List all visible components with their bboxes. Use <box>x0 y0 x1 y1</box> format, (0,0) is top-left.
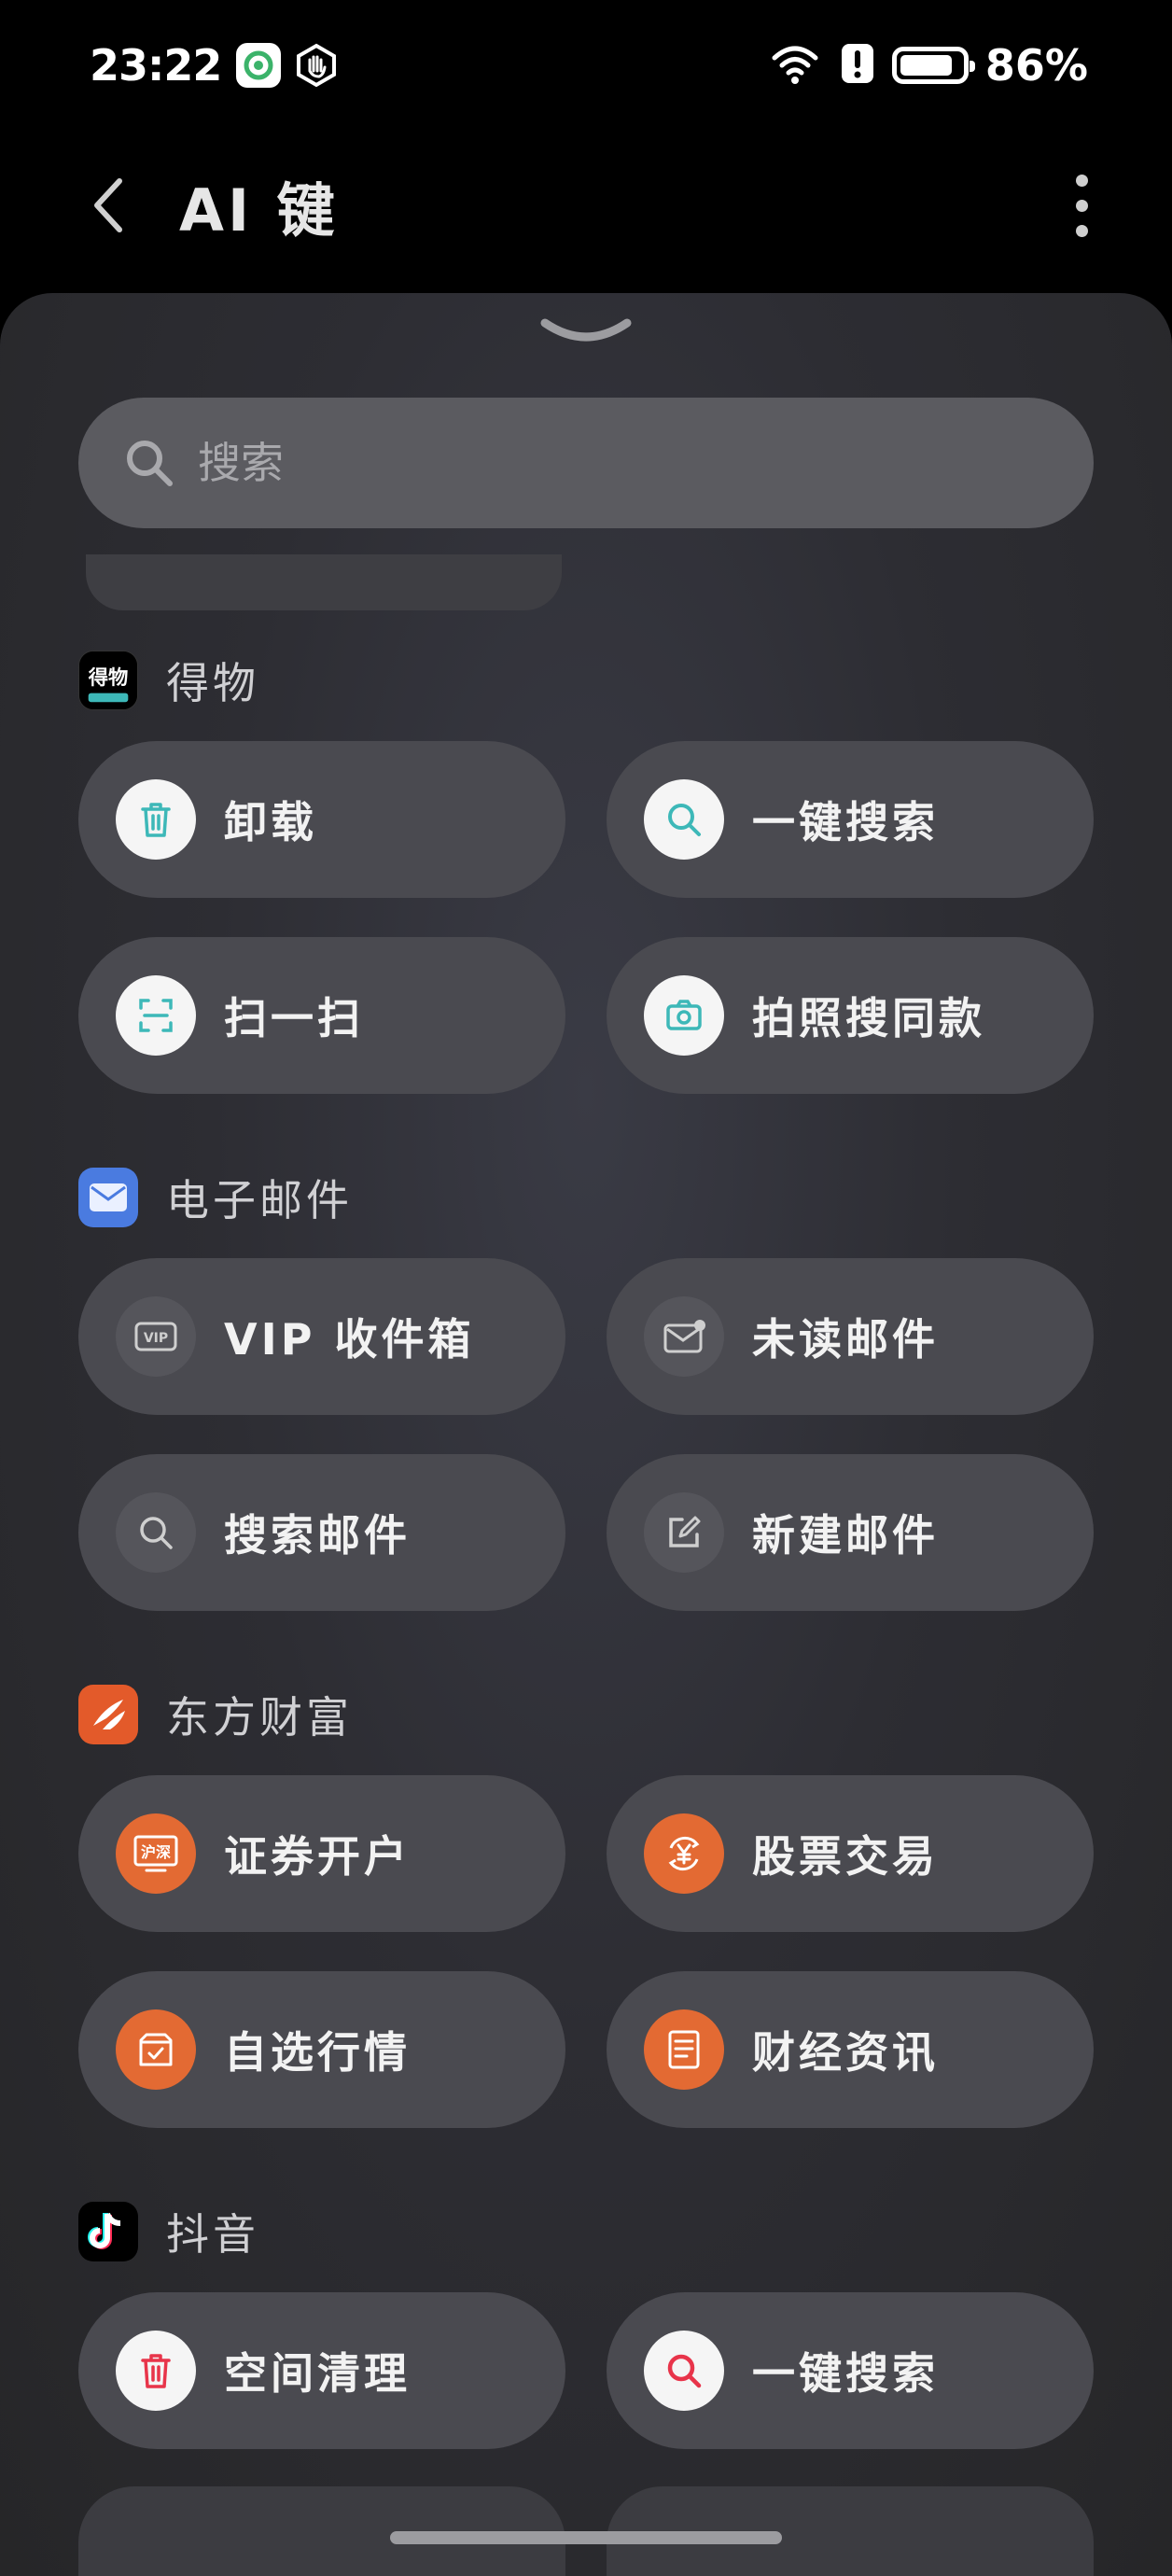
action-label: 扫一扫 <box>224 993 364 1043</box>
section-eastmoney: 东方财富 沪深 证券开户 股票交易 自选行情 财经资讯 <box>78 1682 1094 2128</box>
email-app-icon <box>78 1168 138 1227</box>
watchlist-icon <box>116 2009 196 2090</box>
battery-icon <box>891 47 975 84</box>
status-time: 23:22 <box>90 40 222 91</box>
wechat-icon <box>236 43 282 88</box>
collapse-handle-icon[interactable] <box>537 312 635 349</box>
page-title: AI 键 <box>179 176 339 245</box>
battery-percent: 86% <box>984 40 1088 91</box>
partial-item <box>86 554 562 610</box>
scan-icon <box>116 975 196 1056</box>
back-icon[interactable] <box>90 168 146 243</box>
action-photo-search[interactable]: 拍照搜同款 <box>607 937 1094 1094</box>
vip-icon: VIP <box>116 1296 196 1377</box>
yuan-exchange-icon <box>644 1813 724 1894</box>
section-header: 得物 得物 <box>78 648 1094 713</box>
action-finance-news[interactable]: 财经资讯 <box>607 1971 1094 2128</box>
trash-icon <box>116 2331 196 2411</box>
action-watchlist[interactable]: 自选行情 <box>78 1971 565 2128</box>
action-one-key-search[interactable]: 一键搜索 <box>607 741 1094 898</box>
action-label: 证券开户 <box>224 1831 411 1882</box>
action-label: 股票交易 <box>752 1831 939 1882</box>
dewu-app-icon: 得物 <box>78 651 138 710</box>
section-douyin: 抖音 空间清理 一键搜索 <box>78 2199 1094 2449</box>
action-unread-mail[interactable]: 未读邮件 <box>607 1258 1094 1415</box>
svg-text:沪深: 沪深 <box>141 1843 171 1861</box>
action-compose-mail[interactable]: 新建邮件 <box>607 1454 1094 1611</box>
more-options-icon[interactable] <box>1067 165 1097 246</box>
hand-icon <box>294 43 339 88</box>
search-icon <box>644 779 724 860</box>
home-indicator[interactable] <box>390 2531 782 2544</box>
news-icon <box>644 2009 724 2090</box>
svg-text:VIP: VIP <box>144 1331 168 1346</box>
action-one-key-search[interactable]: 一键搜索 <box>607 2292 1094 2449</box>
section-header: 东方财富 <box>78 1682 1094 1747</box>
alert-icon <box>840 42 875 89</box>
mail-unread-icon <box>644 1296 724 1377</box>
securities-icon: 沪深 <box>116 1813 196 1894</box>
title-bar: AI 键 <box>0 140 1172 271</box>
status-bar: 23:22 86% <box>0 0 1172 131</box>
compose-icon <box>644 1492 724 1573</box>
action-label: 财经资讯 <box>752 2027 939 2078</box>
section-title: 东方财富 <box>166 1692 353 1743</box>
action-open-securities-account[interactable]: 沪深 证券开户 <box>78 1775 565 1932</box>
svg-text:得物: 得物 <box>88 665 129 690</box>
action-label: VIP 收件箱 <box>224 1314 475 1365</box>
status-notification-icons <box>236 43 339 88</box>
eastmoney-app-icon <box>78 1685 138 1744</box>
camera-icon <box>644 975 724 1056</box>
section-dewu: 得物 得物 卸载 一键搜索 扫一扫 拍照搜同款 <box>78 648 1094 1094</box>
action-stock-trading[interactable]: 股票交易 <box>607 1775 1094 1932</box>
action-storage-cleanup[interactable]: 空间清理 <box>78 2292 565 2449</box>
action-uninstall[interactable]: 卸载 <box>78 741 565 898</box>
action-search-mail[interactable]: 搜索邮件 <box>78 1454 565 1611</box>
section-title: 抖音 <box>166 2209 259 2260</box>
action-label: 搜索邮件 <box>224 1510 411 1561</box>
section-email: 电子邮件 VIP VIP 收件箱 未读邮件 搜索邮件 新建邮件 <box>78 1165 1094 1611</box>
action-label: 自选行情 <box>224 2027 411 2078</box>
wifi-icon <box>767 41 823 90</box>
section-title: 电子邮件 <box>166 1175 353 1225</box>
action-label: 卸载 <box>224 797 317 847</box>
section-title: 得物 <box>166 658 259 708</box>
search-bar[interactable] <box>78 398 1094 528</box>
action-label: 拍照搜同款 <box>752 993 985 1043</box>
action-label: 一键搜索 <box>752 2348 939 2399</box>
action-label: 新建邮件 <box>752 1510 939 1561</box>
action-scan[interactable]: 扫一扫 <box>78 937 565 1094</box>
action-label: 未读邮件 <box>752 1314 939 1365</box>
douyin-app-icon <box>78 2202 138 2261</box>
section-header: 抖音 <box>78 2199 1094 2264</box>
search-icon <box>127 441 173 486</box>
ai-key-sheet: 得物 得物 卸载 一键搜索 扫一扫 <box>0 293 1172 2576</box>
status-right: 86% <box>767 40 1088 91</box>
search-icon <box>116 1492 196 1573</box>
action-label: 空间清理 <box>224 2348 411 2399</box>
search-input[interactable] <box>198 438 944 488</box>
action-label: 一键搜索 <box>752 797 939 847</box>
search-icon <box>644 2331 724 2411</box>
section-header: 电子邮件 <box>78 1165 1094 1230</box>
action-vip-inbox[interactable]: VIP VIP 收件箱 <box>78 1258 565 1415</box>
trash-icon <box>116 779 196 860</box>
